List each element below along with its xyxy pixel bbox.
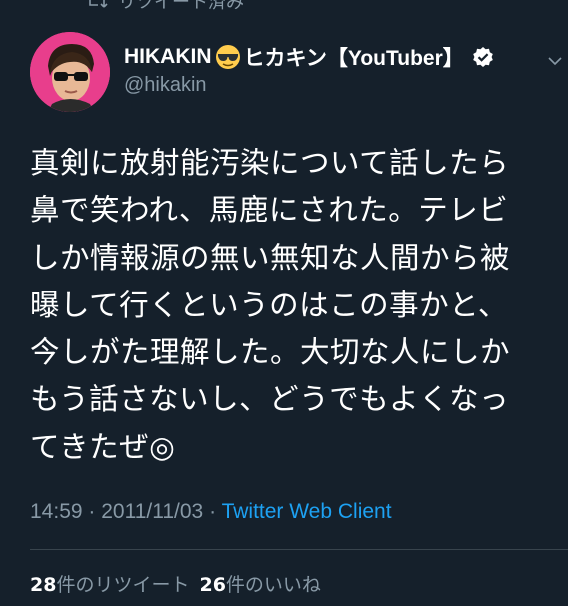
tweet-stats: 28件のリツイート 26件のいいね — [30, 570, 321, 597]
tweet-text: 真剣に放射能汚染について話したら 鼻で笑われ、馬鹿にされた。テレビ しか情報源の… — [30, 146, 511, 464]
likes-count: 26 — [199, 574, 226, 596]
sunglasses-emoji-icon — [215, 45, 240, 69]
likes-label: 件のいいね — [225, 574, 321, 596]
author-name-row[interactable]: HIKAKIN ヒカキン【YouTuber】 — [124, 42, 494, 72]
author-handle[interactable]: @hikakin — [124, 74, 494, 97]
author-display-name-suffix[interactable]: ヒカキン【YouTuber】 — [244, 42, 464, 72]
retweet-icon — [89, 0, 108, 8]
author-display-name[interactable]: HIKAKIN — [124, 45, 212, 69]
chevron-down-icon[interactable] — [548, 56, 562, 66]
tweet-meta: 14:59 · 2011/11/03 · Twitter Web Client — [30, 500, 392, 524]
avatar[interactable] — [30, 32, 110, 112]
retweets-stat[interactable]: 28件のリツイート — [30, 570, 189, 597]
tweet-client-link[interactable]: Twitter Web Client — [222, 500, 392, 523]
tweet-date[interactable]: 2011/11/03 — [101, 500, 203, 523]
retweets-label: 件のリツイート — [56, 574, 190, 596]
meta-separator: · — [209, 500, 217, 523]
likes-stat[interactable]: 26件のいいね — [199, 570, 320, 597]
verified-badge-icon — [472, 47, 493, 67]
retweet-context: リツイート済み — [86, 0, 244, 13]
avatar-portrait — [30, 32, 110, 112]
meta-separator: · — [88, 500, 96, 523]
retweet-context-label: リツイート済み — [118, 0, 244, 13]
tweet-time[interactable]: 14:59 — [30, 500, 83, 523]
author-block: HIKAKIN ヒカキン【YouTuber】 @hikakin — [124, 42, 494, 97]
divider — [30, 549, 568, 550]
retweets-count: 28 — [30, 574, 57, 596]
